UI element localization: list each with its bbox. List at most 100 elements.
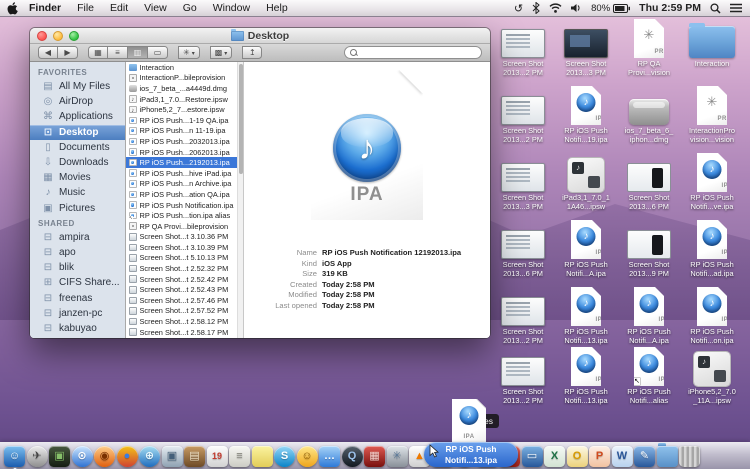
sidebar-item-music[interactable]: ♪ Music	[30, 185, 125, 200]
dock-documents-folder-icon[interactable]	[657, 446, 678, 467]
table-row[interactable]: Screen Shot...t 3.10.39 PM	[126, 242, 243, 253]
dock-google-earth-icon[interactable]: ⊕	[139, 446, 160, 467]
dock-word-icon[interactable]: W	[612, 446, 633, 467]
desktop-icon[interactable]: ios_7_beta_6_ iphon...dmg	[620, 85, 678, 144]
desktop-icon[interactable]: IPA RP iOS Push Notifi...alias	[620, 346, 678, 405]
dock-outlook-icon[interactable]: O	[567, 446, 588, 467]
desktop-icon[interactable]: Screen Shot 2013...3 PM	[557, 18, 615, 77]
desktop-icon[interactable]: Screen Shot 2013...3 PM	[494, 152, 552, 211]
desktop-icon[interactable]: ✳PROV RP QA Provi...vision	[620, 18, 678, 77]
menu-item-view[interactable]: View	[144, 2, 167, 14]
desktop-icon[interactable]: IPA RP iOS Push Notifi...19.ipa	[557, 85, 615, 144]
table-row[interactable]: RP iOS Push...n Archive.ipa	[126, 179, 243, 190]
table-row[interactable]: ios_7_beta_...a4449d.dmg	[126, 83, 243, 94]
notification-center-icon[interactable]	[730, 3, 742, 13]
table-row[interactable]: iPhone5,2_7...estore.ipsw	[126, 104, 243, 115]
gear-menu-button[interactable]: ✳▾	[178, 46, 200, 59]
bluetooth-icon[interactable]	[532, 2, 540, 14]
volume-icon[interactable]	[571, 3, 582, 13]
desktop-icon[interactable]: IPA RP iOS Push Notifi...13.ipa	[557, 286, 615, 345]
desktop-icon[interactable]: IPA RP iOS Push Notifi...ve.ipa	[683, 152, 741, 211]
sidebar-item-apo[interactable]: ⊟ apo	[30, 245, 125, 260]
sidebar-item-cifs-share-[interactable]: ⊞ CIFS Share...	[30, 275, 125, 290]
sidebar-item-downloads[interactable]: ⇩ Downloads	[30, 155, 125, 170]
table-row[interactable]: InteractionP...bileprovision	[126, 73, 243, 84]
sidebar-item-blik[interactable]: ⊟ blik	[30, 260, 125, 275]
menu-item-finder[interactable]: Finder	[29, 2, 61, 14]
desktop-icon[interactable]: Screen Shot 2013...2 PM	[494, 286, 552, 345]
menu-item-help[interactable]: Help	[266, 2, 288, 14]
table-row[interactable]: RP iOS Push...2062013.ipa	[126, 147, 243, 158]
table-row[interactable]: Screen Shot...t 2.52.32 PM	[126, 263, 243, 274]
table-row[interactable]: Screen Shot...t 2.57.46 PM	[126, 295, 243, 306]
table-row[interactable]: Screen Shot...t 5.10.13 PM	[126, 253, 243, 264]
table-row[interactable]: RP QA Provi...bileprovision	[126, 221, 243, 232]
table-row[interactable]: iPad3,1_7.0...Restore.ipsw	[126, 94, 243, 105]
table-row[interactable]: RP iOS Push...tion.ipa alias	[126, 210, 243, 221]
desktop-icon[interactable]: Screen Shot 2013...6 PM	[494, 219, 552, 278]
view-segment-2-icon[interactable]: ▥	[128, 46, 148, 59]
desktop-icon[interactable]: IPA RP iOS Push Notifi...on.ipa	[683, 286, 741, 345]
desktop-icon[interactable]: Interaction	[683, 18, 741, 69]
dock-contacts-icon[interactable]: ▤	[184, 446, 205, 467]
desktop-icon[interactable]: Screen Shot 2013...9 PM	[620, 219, 678, 278]
arrange-menu-button[interactable]: ▩▾	[210, 46, 233, 59]
desktop-icon[interactable]: iPhone5,2_7.0 _11A...ipsw	[683, 346, 741, 405]
table-row[interactable]: Screen Shot...t 2.58.17 PM	[126, 327, 243, 338]
view-segment-1-icon[interactable]: ≡	[108, 46, 128, 59]
dock-messages-icon[interactable]: …	[319, 446, 340, 467]
desktop-icon[interactable]: IPA RP iOS Push Notifi...13.ipa	[557, 346, 615, 405]
desktop-icon[interactable]: Screen Shot 2013...6 PM	[620, 152, 678, 211]
scrollbar-thumb[interactable]	[239, 64, 243, 174]
dock-launchpad-icon[interactable]: ✈	[27, 446, 48, 467]
time-machine-icon[interactable]: ↺	[514, 2, 523, 15]
dock-chrome-icon[interactable]: ●	[117, 446, 138, 467]
dock-powerpoint-icon[interactable]: P	[589, 446, 610, 467]
sidebar-item-kabuyao[interactable]: ⊟ kabuyao	[30, 321, 125, 336]
table-row[interactable]: RP iOS Push...hive iPad.ipa	[126, 168, 243, 179]
dock-preview-icon[interactable]: ▣	[162, 446, 183, 467]
wifi-icon[interactable]	[549, 3, 562, 13]
dock-quicktime-icon[interactable]: Q	[342, 446, 363, 467]
dock-dark-green-app-icon[interactable]: ▣	[49, 446, 70, 467]
spotlight-icon[interactable]	[710, 3, 721, 14]
dock-safari-icon[interactable]: ⊙	[72, 446, 93, 467]
dock-movie-app-icon[interactable]: ▦	[364, 446, 385, 467]
forward-button[interactable]: ▶	[58, 46, 78, 59]
table-row[interactable]: RP iOS Push...n 11-19.ipa	[126, 126, 243, 137]
menu-item-edit[interactable]: Edit	[110, 2, 128, 14]
share-button[interactable]: ↥	[242, 46, 262, 59]
table-row[interactable]: Screen Shot...t 2.52.42 PM	[126, 274, 243, 285]
dock-toast-icon[interactable]: ▭	[522, 446, 543, 467]
menu-clock[interactable]: Thu 2:59 PM	[639, 2, 701, 14]
view-segment-0-icon[interactable]: ▦	[88, 46, 108, 59]
dock-yahoo-messenger-icon[interactable]: ☺	[297, 446, 318, 467]
table-row[interactable]: Screen Shot...t 3.10.36 PM	[126, 232, 243, 243]
sidebar-item-desktop[interactable]: ⊡ Desktop	[30, 125, 125, 140]
list-scrollbar[interactable]	[237, 62, 243, 338]
table-row[interactable]: RP iOS Push...ation QA.ipa	[126, 189, 243, 200]
sidebar-item-all-[interactable]: ◉ All...	[30, 336, 125, 338]
dock-xcode-icon[interactable]: ✎	[634, 446, 655, 467]
search-field[interactable]	[344, 46, 482, 59]
zoom-button[interactable]	[69, 31, 79, 41]
back-button[interactable]: ◀	[38, 46, 58, 59]
window-titlebar[interactable]: Desktop	[30, 28, 490, 44]
table-row[interactable]: RP iOS Push...2032013.ipa	[126, 136, 243, 147]
close-button[interactable]	[37, 31, 47, 41]
dock-skype-icon[interactable]: S	[274, 446, 295, 467]
sidebar-item-freenas[interactable]: ⊟ freenas	[30, 290, 125, 305]
table-row[interactable]: Interaction ▸	[126, 62, 243, 73]
apple-menu-icon[interactable]	[6, 2, 19, 15]
table-row[interactable]: Screen Shot...t 2.52.43 PM	[126, 284, 243, 295]
desktop-icon[interactable]: Screen Shot 2013...2 PM	[494, 85, 552, 144]
dragged-ipa-icon[interactable]: IPA	[452, 399, 486, 443]
desktop-icon[interactable]: IPA RP iOS Push Notifi...A.ipa	[557, 219, 615, 278]
view-segment-3-icon[interactable]: ▭	[148, 46, 168, 59]
table-row[interactable]: RP iOS Push...2192013.ipa	[126, 157, 243, 168]
desktop-icon[interactable]: iPad3,1_7.0_1 1A46...ipsw	[557, 152, 615, 211]
sidebar-item-pictures[interactable]: ▣ Pictures	[30, 201, 125, 216]
dock-stickies-icon[interactable]	[252, 446, 273, 467]
desktop-icon[interactable]: ✳PROV InteractionPro vision...vision	[683, 85, 741, 144]
desktop-icon[interactable]: IPA RP iOS Push Notifi...ad.ipa	[683, 219, 741, 278]
